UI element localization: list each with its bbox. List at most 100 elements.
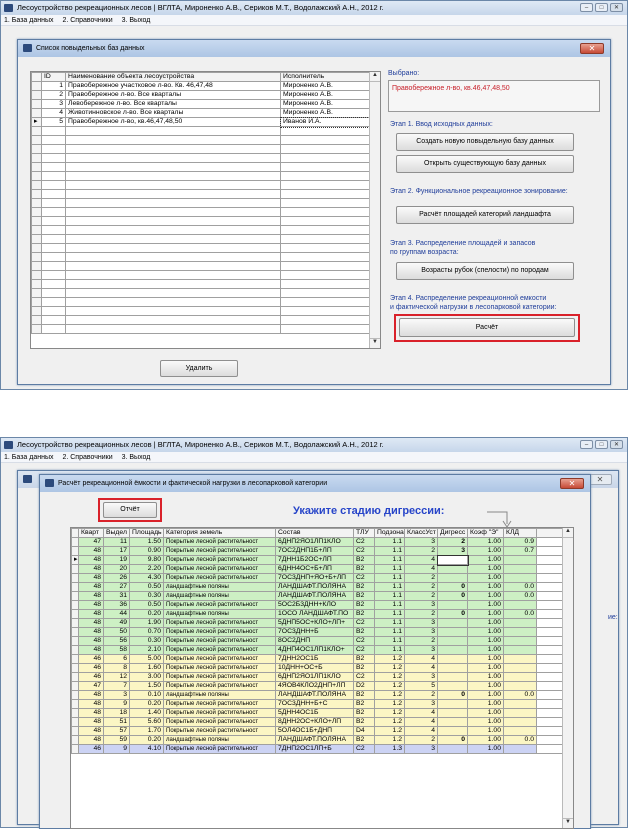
cell-composition[interactable]: 5ОС2Б3ДНН+КЛО [275, 600, 354, 610]
cell-kvart[interactable]: 48 [78, 600, 104, 610]
cell-tlu[interactable]: С2 [353, 546, 375, 556]
minimize-icon[interactable]: – [580, 3, 593, 12]
cell-subzone[interactable]: 1.2 [374, 672, 405, 682]
cell-vydel[interactable]: 59 [103, 735, 130, 745]
cell-vydel[interactable]: 12 [103, 672, 130, 682]
cell-tlu[interactable]: В2 [353, 600, 375, 610]
cell-subzone[interactable]: 1.2 [374, 735, 405, 745]
table-row[interactable] [31, 153, 371, 163]
cell-kld[interactable]: 0.0 [503, 591, 537, 601]
cell-id[interactable] [41, 153, 66, 163]
col-header-kld[interactable]: КЛД [503, 528, 537, 538]
cell-land-category[interactable]: Покрытые лесной растительност [163, 645, 276, 655]
cell-digression[interactable] [437, 618, 468, 628]
cell-digression[interactable] [437, 681, 468, 691]
table-row[interactable]: 2 Правобережное л-во. Все кварталы Миронен… [31, 90, 371, 100]
cell-composition[interactable]: ЛАНДШАФТ.ПОЛЯНА [275, 735, 354, 745]
cell-kld[interactable] [503, 555, 537, 565]
cell-subzone[interactable]: 1.1 [374, 618, 405, 628]
cell-subzone[interactable]: 1.1 [374, 546, 405, 556]
cell-digression[interactable] [437, 564, 468, 574]
cell-coef-e[interactable]: 1.00 [467, 582, 504, 592]
cell-land-category[interactable]: Покрытые лесной растительност [163, 636, 276, 646]
cell-name[interactable]: Правобережное л-во. Все кварталы [65, 90, 281, 100]
cell-land-category[interactable]: Покрытые лесной растительност [163, 618, 276, 628]
cell-vydel[interactable]: 8 [103, 663, 130, 673]
cell-stability-class[interactable]: 2 [404, 546, 438, 556]
table-row[interactable]: 48 20 2.20 Покрытые лесной растительност 6ДН… [71, 564, 571, 574]
cell-subzone[interactable]: 1.1 [374, 609, 405, 619]
cell-vydel[interactable]: 44 [103, 609, 130, 619]
cell-id[interactable] [41, 297, 66, 307]
close-icon[interactable]: ✕ [610, 440, 623, 449]
cell-kvart[interactable]: 47 [78, 681, 104, 691]
col-header-composition[interactable]: Состав [275, 528, 354, 538]
cell-kld[interactable] [503, 708, 537, 718]
table-row[interactable] [31, 180, 371, 190]
cell-area[interactable]: 0.20 [129, 735, 164, 745]
cell-name[interactable] [65, 171, 281, 181]
cell-id[interactable] [41, 225, 66, 235]
cell-id[interactable] [41, 144, 66, 154]
cell-executor[interactable] [280, 279, 371, 289]
col-header-area[interactable]: Площадь [129, 528, 164, 538]
cell-coef-e[interactable]: 1.00 [467, 600, 504, 610]
cell-subzone[interactable]: 1.1 [374, 645, 405, 655]
cell-digression[interactable]: 0 [437, 609, 468, 619]
cell-tlu[interactable]: В2 [353, 717, 375, 727]
table-row[interactable] [31, 216, 371, 226]
create-database-button[interactable]: Создать новую повыдельную базу данных [396, 133, 574, 151]
table-row[interactable]: 48 26 4.30 Покрытые лесной растительност 7ОС… [71, 573, 571, 583]
cell-digression[interactable] [437, 672, 468, 682]
cell-area[interactable]: 0.20 [129, 609, 164, 619]
col-header-kvart[interactable]: Кварт [78, 528, 104, 538]
cell-area[interactable]: 1.60 [129, 663, 164, 673]
cell-executor[interactable] [280, 315, 371, 325]
cell-composition[interactable]: 8ОС2ДНП [275, 636, 354, 646]
cell-land-category[interactable]: Покрытые лесной растительност [163, 573, 276, 583]
cell-kld[interactable]: 0.0 [503, 735, 537, 745]
cell-land-category[interactable]: ландшафтные поляны [163, 690, 276, 700]
cell-name[interactable] [65, 162, 281, 172]
cell-vydel[interactable]: 36 [103, 600, 130, 610]
table-row[interactable] [31, 315, 371, 325]
cell-id[interactable] [41, 306, 66, 316]
cell-executor[interactable] [280, 180, 371, 190]
table-row[interactable] [31, 144, 371, 154]
cell-subzone[interactable]: 1.1 [374, 537, 405, 547]
cell-id[interactable]: 4 [41, 108, 66, 118]
cutting-ages-button[interactable]: Возрасты рубок (спелости) по породам [396, 262, 574, 280]
cell-vydel[interactable]: 19 [103, 555, 130, 565]
cell-tlu[interactable]: В2 [353, 591, 375, 601]
cell-name[interactable] [65, 198, 281, 208]
cell-id[interactable] [41, 216, 66, 226]
cell-executor[interactable]: Мироненко А.В. [280, 90, 371, 100]
cell-land-category[interactable]: Покрытые лесной растительност [163, 564, 276, 574]
cell-kld[interactable] [503, 627, 537, 637]
cell-name[interactable] [65, 288, 281, 298]
col-header-stability-class[interactable]: КлассУст [404, 528, 438, 538]
cell-id[interactable] [41, 261, 66, 271]
cell-coef-e[interactable]: 1.00 [467, 672, 504, 682]
cell-tlu[interactable]: С2 [353, 573, 375, 583]
cell-name[interactable] [65, 243, 281, 253]
cell-name[interactable]: Левобережное л-во. Все кварталы [65, 99, 281, 109]
cell-tlu[interactable]: В2 [353, 627, 375, 637]
cell-digression[interactable] [437, 699, 468, 709]
scroll-up-icon[interactable]: ▲ [370, 72, 380, 82]
cell-stability-class[interactable]: 2 [404, 582, 438, 592]
cell-vydel[interactable]: 58 [103, 645, 130, 655]
cell-kld[interactable]: 0.0 [503, 582, 537, 592]
cell-id[interactable]: 5 [41, 117, 66, 127]
cell-land-category[interactable]: Покрытые лесной растительност [163, 600, 276, 610]
scroll-down-icon[interactable]: ▼ [563, 818, 573, 828]
cell-digression[interactable] [437, 717, 468, 727]
cell-composition[interactable]: 5ДНН4ОС1Б [275, 708, 354, 718]
table-row[interactable] [31, 162, 371, 172]
menu-references[interactable]: 2. Справочники [62, 454, 112, 461]
cell-kld[interactable] [503, 654, 537, 664]
cell-executor[interactable] [280, 306, 371, 316]
cell-composition[interactable]: 4ДНП4ОС1ЛП1КЛО+ [275, 645, 354, 655]
cell-digression[interactable] [437, 627, 468, 637]
cell-name[interactable] [65, 216, 281, 226]
